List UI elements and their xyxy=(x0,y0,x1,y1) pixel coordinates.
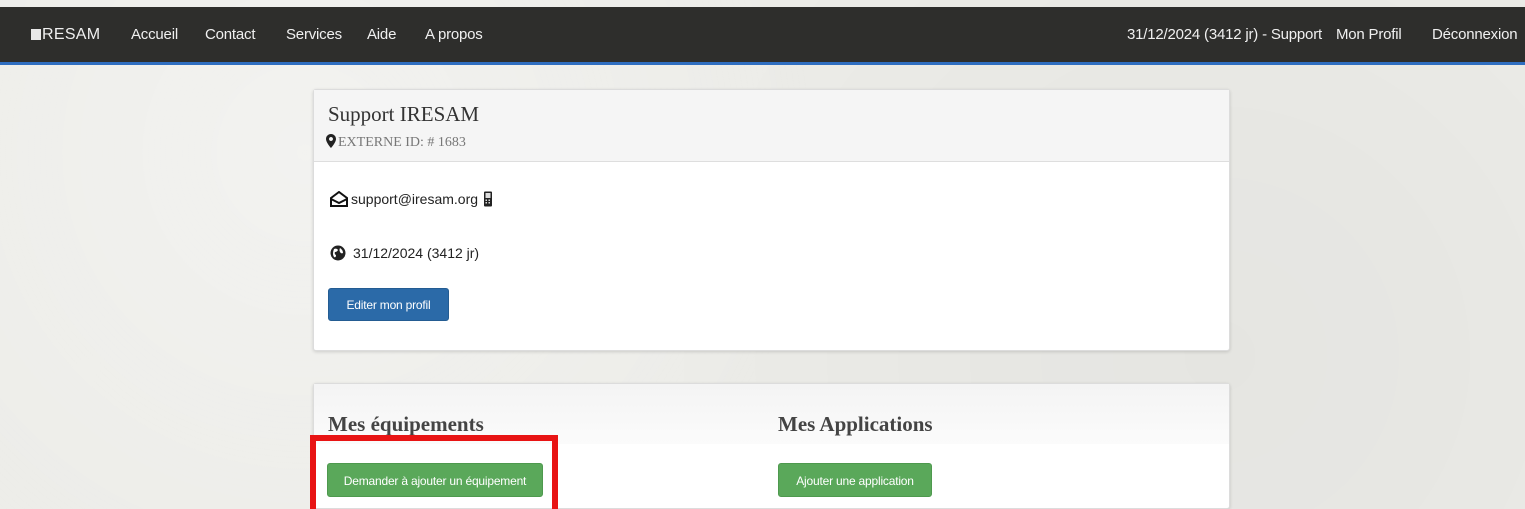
profile-date: 31/12/2024 (3412 jr) xyxy=(353,245,480,261)
profile-card: Support IRESAM EXTERNE ID: # 1683 suppor… xyxy=(313,89,1230,351)
nav-link-contact[interactable]: Contact xyxy=(205,26,255,43)
profile-date-row: 31/12/2024 (3412 jr) xyxy=(330,245,479,261)
nav-link-a-propos[interactable]: A propos xyxy=(425,26,483,43)
edit-profile-button[interactable]: Editer mon profil xyxy=(328,288,449,321)
nav-link-aide[interactable]: Aide xyxy=(367,26,396,43)
profile-id-text: EXTERNE ID: # 1683 xyxy=(338,135,466,150)
nav-link-deconnexion[interactable]: Déconnexion xyxy=(1432,26,1518,43)
profile-name: Support IRESAM xyxy=(328,102,480,126)
globe-icon xyxy=(330,245,346,261)
map-marker-icon xyxy=(326,134,336,148)
envelope-open-icon xyxy=(330,191,348,207)
add-application-button[interactable]: Ajouter une application xyxy=(778,463,932,497)
equipment-section-title: Mes équipements xyxy=(328,412,484,436)
nav-link-mon-profil[interactable]: Mon Profil xyxy=(1336,26,1402,43)
highlight-box xyxy=(310,435,558,509)
nav-status-date[interactable]: 31/12/2024 (3412 jr) - Support xyxy=(1127,26,1322,43)
brand-mark-icon xyxy=(31,29,41,40)
profile-card-header: Support IRESAM EXTERNE ID: # 1683 xyxy=(314,90,1229,162)
nav-link-services[interactable]: Services xyxy=(286,26,342,43)
profile-email-row: support@iresam.org xyxy=(330,191,493,207)
mobile-phone-icon xyxy=(484,191,493,207)
brand-logo[interactable]: RESAM xyxy=(31,26,100,44)
applications-section-title: Mes Applications xyxy=(778,412,933,436)
profile-id: EXTERNE ID: # 1683 xyxy=(326,134,466,151)
top-navbar: RESAM Accueil Contact Services Aide A pr… xyxy=(0,7,1525,65)
nav-link-accueil[interactable]: Accueil xyxy=(131,26,178,43)
profile-email[interactable]: support@iresam.org xyxy=(351,191,478,207)
brand-text: RESAM xyxy=(42,26,101,43)
